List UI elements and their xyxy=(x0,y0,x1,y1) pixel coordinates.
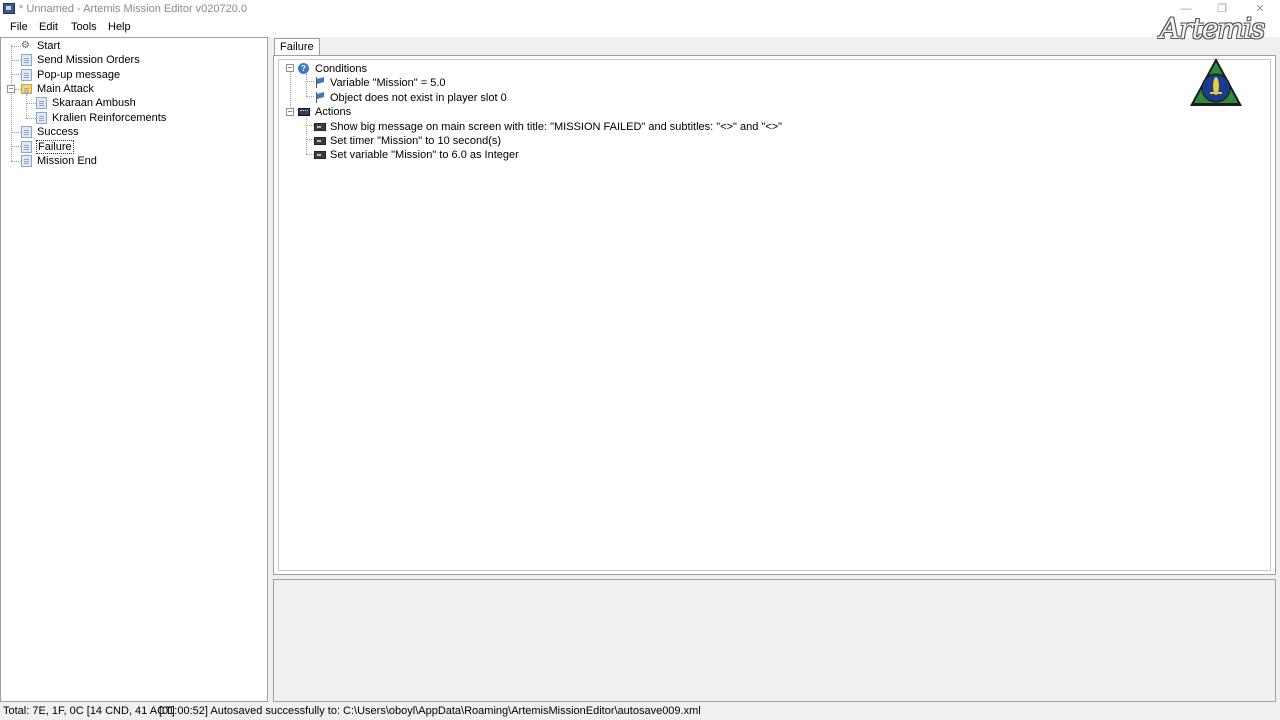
tree-line xyxy=(11,45,12,161)
tree-line xyxy=(306,125,314,126)
console-icon xyxy=(298,108,310,116)
tree-line xyxy=(11,161,21,162)
tree-line xyxy=(11,74,21,75)
menu-edit[interactable]: Edit xyxy=(39,21,58,33)
folder-icon xyxy=(21,84,32,94)
logo-wordmark: Artemis xyxy=(1160,12,1265,45)
tree-line xyxy=(306,96,314,97)
status-counts: Total: 7E, 1F, 0C [14 CND, 41 ACT] xyxy=(3,705,175,717)
collapse-conditions-toggle[interactable]: − xyxy=(286,64,294,72)
collapse-main-attack-toggle[interactable]: − xyxy=(7,85,15,93)
tree-line xyxy=(306,74,307,96)
document-icon xyxy=(21,126,32,138)
flag-icon xyxy=(315,77,325,88)
tree-line xyxy=(26,103,36,104)
menu-help[interactable]: Help xyxy=(108,21,131,33)
command-icon xyxy=(314,151,326,159)
tree-line xyxy=(306,139,314,140)
document-icon xyxy=(21,141,32,153)
command-icon xyxy=(314,123,326,131)
document-icon xyxy=(21,54,32,66)
event-editor-panel: − − ? Conditions Variable "Mission" = 5.… xyxy=(273,55,1276,575)
menu-file[interactable]: File xyxy=(10,21,28,33)
command-icon xyxy=(314,137,326,145)
tree-line xyxy=(306,154,314,155)
gear-icon: ⚙ xyxy=(21,40,30,51)
document-icon xyxy=(21,155,32,167)
tree-line xyxy=(11,60,21,61)
statement-details-panel xyxy=(273,579,1276,702)
status-bar: Total: 7E, 1F, 0C [14 CND, 41 ACT] [01:0… xyxy=(0,703,1280,720)
artemis-logo: Artemis xyxy=(1148,12,1276,110)
question-icon: ? xyxy=(298,63,309,74)
tree-line xyxy=(11,132,21,133)
tree-line xyxy=(11,146,21,147)
app-icon xyxy=(3,3,15,14)
menu-tools[interactable]: Tools xyxy=(71,21,97,33)
menu-bar: File Edit Tools Help xyxy=(0,18,1280,37)
tree-line xyxy=(26,94,27,118)
document-icon xyxy=(36,112,47,124)
tab-failure[interactable]: Failure xyxy=(274,38,320,56)
tree-line xyxy=(11,46,21,47)
event-tree[interactable]: − ⚙ Start Send Mission Orders Pop-up mes… xyxy=(0,37,268,702)
tree-line xyxy=(306,117,307,154)
title-bar: * Unnamed - Artemis Mission Editor v0207… xyxy=(0,0,1280,18)
status-message: [01:00:52] Autosaved successfully to: C:… xyxy=(159,705,701,717)
artemis-badge-icon xyxy=(1190,58,1242,106)
tree-line xyxy=(306,81,314,82)
document-icon xyxy=(21,69,32,81)
tree-line xyxy=(26,118,36,119)
collapse-actions-toggle[interactable]: − xyxy=(286,108,294,116)
window-title: * Unnamed - Artemis Mission Editor v0207… xyxy=(19,3,248,15)
statement-tree[interactable]: − − ? Conditions Variable "Mission" = 5.… xyxy=(278,59,1271,571)
flag-icon xyxy=(315,92,325,103)
document-icon xyxy=(36,97,47,109)
